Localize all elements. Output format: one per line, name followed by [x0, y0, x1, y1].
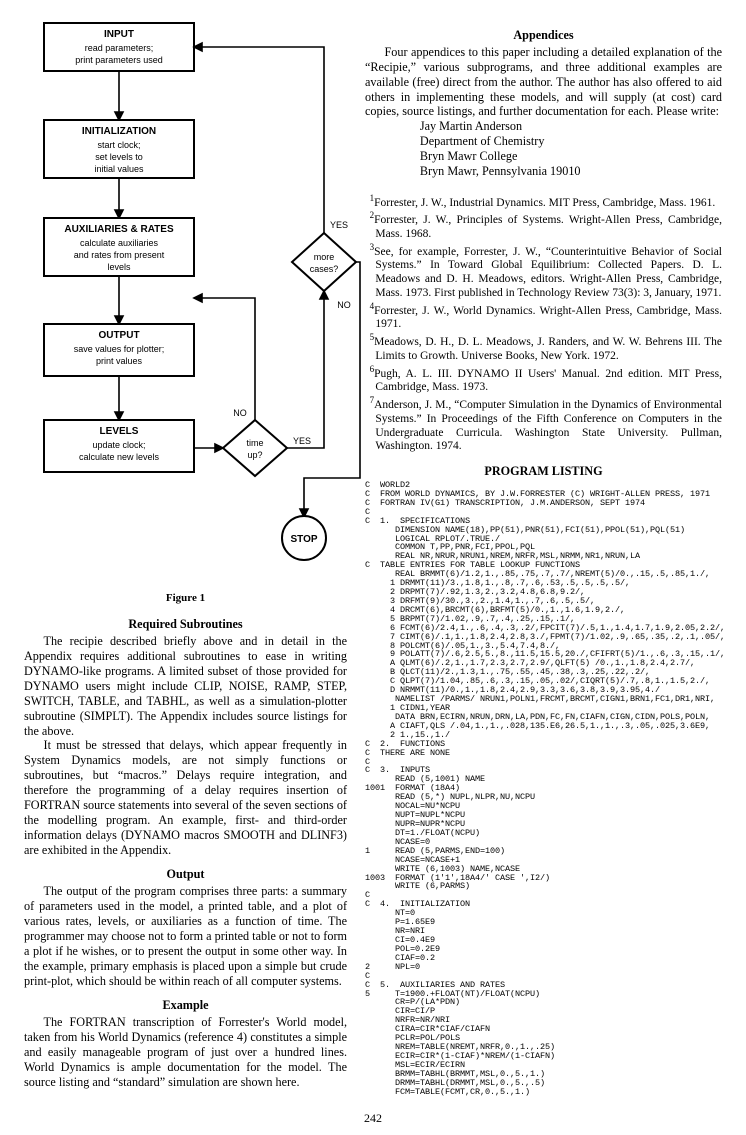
flow-aux-title: AUXILIARIES & RATES: [64, 224, 174, 235]
required-subroutines-title: Required Subroutines: [24, 617, 347, 632]
flow-more-l2: cases?: [310, 264, 339, 274]
address-line-3: Bryn Mawr College: [420, 149, 722, 164]
flow-lev-l2: calculate new levels: [79, 452, 160, 462]
address-line-1: Jay Martin Anderson: [420, 119, 722, 134]
flow-input-l1: read parameters;: [85, 43, 154, 53]
ref-1: 1Forrester, J. W., Industrial Dynamics. …: [375, 193, 722, 211]
required-subroutines-p2: It must be stressed that delays, which a…: [24, 738, 347, 857]
flow-time-yes: YES: [293, 436, 311, 446]
figure-caption: Figure 1: [24, 592, 347, 605]
flow-init-l2: set levels to: [95, 152, 143, 162]
flow-aux-l2: and rates from present: [74, 250, 165, 260]
flow-stop: STOP: [290, 534, 317, 545]
example-title: Example: [24, 998, 347, 1013]
address-line-4: Bryn Mawr, Pennsylvania 19010: [420, 164, 722, 179]
ref-5: 5Meadows, D. H., D. L. Meadows, J. Rande…: [375, 332, 722, 363]
flow-out-title: OUTPUT: [98, 330, 139, 341]
flow-time-l2: up?: [247, 450, 262, 460]
flow-out-l2: print values: [96, 356, 143, 366]
flow-lev-l1: update clock;: [92, 440, 145, 450]
flowchart-figure: .bx{fill:#fff;stroke:#000;stroke-width:2…: [24, 18, 364, 588]
flow-init-l3: initial values: [94, 164, 144, 174]
flow-more-yes: YES: [330, 220, 348, 230]
ref-2: 2Forrester, J. W., Principles of Systems…: [375, 210, 722, 241]
address-line-2: Department of Chemistry: [420, 134, 722, 149]
program-listing-code: C WORLD2 C FROM WORLD DYNAMICS, BY J.W.F…: [365, 481, 722, 1097]
flow-more-no: NO: [337, 300, 351, 310]
output-title: Output: [24, 867, 347, 882]
ref-7: 7Anderson, J. M., “Computer Simulation i…: [375, 395, 722, 454]
flow-init-title: INITIALIZATION: [82, 126, 156, 137]
page-number: 242: [24, 1111, 722, 1126]
flow-time-no: NO: [233, 408, 247, 418]
appendices-title: Appendices: [365, 28, 722, 43]
output-p: The output of the program comprises thre…: [24, 884, 347, 988]
flow-out-l1: save values for plotter;: [74, 344, 165, 354]
flow-init-l1: start clock;: [97, 140, 140, 150]
flow-input-l2: print parameters used: [75, 55, 163, 65]
flow-lev-title: LEVELS: [100, 426, 139, 437]
flow-more-l1: more: [314, 252, 335, 262]
appendices-p1: Four appendices to this paper including …: [365, 45, 722, 119]
program-listing-title: PROGRAM LISTING: [365, 464, 722, 479]
flow-time-l1: time: [246, 438, 263, 448]
ref-6: 6Pugh, A. L. III. DYNAMO II Users' Manua…: [375, 364, 722, 395]
required-subroutines-p1: The recipie described briefly above and …: [24, 634, 347, 738]
flow-input-title: INPUT: [104, 29, 134, 40]
references: 1Forrester, J. W., Industrial Dynamics. …: [365, 193, 722, 454]
example-p: The FORTRAN transcription of Forrester's…: [24, 1015, 347, 1089]
ref-4: 4Forrester, J. W., World Dynamics. Wrigh…: [375, 301, 722, 332]
flow-aux-l3: levels: [107, 262, 131, 272]
ref-3: 3See, for example, Forrester, J. W., “Co…: [375, 242, 722, 301]
flow-aux-l1: calculate auxiliaries: [80, 238, 159, 248]
